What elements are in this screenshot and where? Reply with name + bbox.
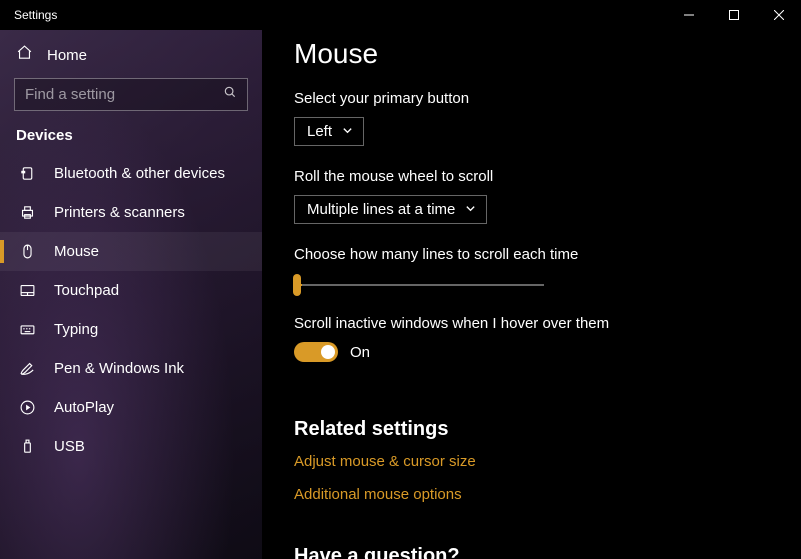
search-box[interactable]	[14, 78, 248, 111]
sidebar-item-printers[interactable]: Printers & scanners	[0, 193, 262, 232]
close-button[interactable]	[756, 0, 801, 30]
sidebar-item-bluetooth[interactable]: Bluetooth & other devices	[0, 154, 262, 193]
sidebar: Home Devices Bluetooth & other devices	[0, 30, 262, 559]
nav-label: Mouse	[54, 243, 99, 260]
hover-toggle[interactable]	[294, 342, 338, 362]
home-label: Home	[47, 47, 87, 64]
question-heading: Have a question?	[294, 545, 769, 559]
sidebar-item-autoplay[interactable]: AutoPlay	[0, 388, 262, 427]
home-nav-item[interactable]: Home	[0, 36, 262, 78]
link-additional-options[interactable]: Additional mouse options	[294, 486, 769, 503]
usb-icon	[18, 438, 36, 455]
autoplay-icon	[18, 399, 36, 416]
sidebar-item-typing[interactable]: Typing	[0, 310, 262, 349]
nav-label: AutoPlay	[54, 399, 114, 416]
lines-slider[interactable]	[294, 273, 544, 297]
nav-label: Touchpad	[54, 282, 119, 299]
minimize-button[interactable]	[666, 0, 711, 30]
primary-button-combo[interactable]: Left	[294, 117, 364, 146]
toggle-knob	[321, 345, 335, 359]
main-content: Mouse Select your primary button Left Ro…	[262, 30, 801, 559]
scroll-mode-combo[interactable]: Multiple lines at a time	[294, 195, 487, 224]
chevron-down-icon	[465, 201, 476, 218]
nav-label: Pen & Windows Ink	[54, 360, 184, 377]
search-input[interactable]	[25, 86, 215, 103]
page-title: Mouse	[294, 38, 769, 70]
related-heading: Related settings	[294, 418, 769, 441]
scroll-mode-label: Roll the mouse wheel to scroll	[294, 168, 769, 185]
sidebar-section-title: Devices	[0, 125, 262, 154]
printer-icon	[18, 204, 36, 221]
sidebar-item-touchpad[interactable]: Touchpad	[0, 271, 262, 310]
titlebar: Settings	[0, 0, 801, 30]
toggle-state-label: On	[350, 344, 370, 361]
keyboard-icon	[18, 321, 36, 338]
sidebar-item-usb[interactable]: USB	[0, 427, 262, 466]
nav-label: Typing	[54, 321, 98, 338]
window-controls	[666, 0, 801, 30]
maximize-button[interactable]	[711, 0, 756, 30]
combo-value: Multiple lines at a time	[307, 201, 455, 218]
mouse-icon	[18, 243, 36, 260]
link-adjust-cursor[interactable]: Adjust mouse & cursor size	[294, 453, 769, 470]
nav-list: Bluetooth & other devices Printers & sca…	[0, 154, 262, 466]
sidebar-item-pen[interactable]: Pen & Windows Ink	[0, 349, 262, 388]
pen-icon	[18, 360, 36, 377]
hover-label: Scroll inactive windows when I hover ove…	[294, 315, 769, 332]
nav-label: Bluetooth & other devices	[54, 165, 225, 182]
slider-track	[294, 284, 544, 286]
combo-value: Left	[307, 123, 332, 140]
bluetooth-icon	[18, 165, 36, 182]
nav-label: Printers & scanners	[54, 204, 185, 221]
slider-thumb[interactable]	[293, 274, 301, 296]
nav-label: USB	[54, 438, 85, 455]
sidebar-item-mouse[interactable]: Mouse	[0, 232, 262, 271]
search-icon	[223, 85, 237, 104]
window-title: Settings	[14, 8, 57, 22]
primary-button-label: Select your primary button	[294, 90, 769, 107]
lines-label: Choose how many lines to scroll each tim…	[294, 246, 769, 263]
home-icon	[16, 44, 33, 66]
chevron-down-icon	[342, 123, 353, 140]
touchpad-icon	[18, 282, 36, 299]
